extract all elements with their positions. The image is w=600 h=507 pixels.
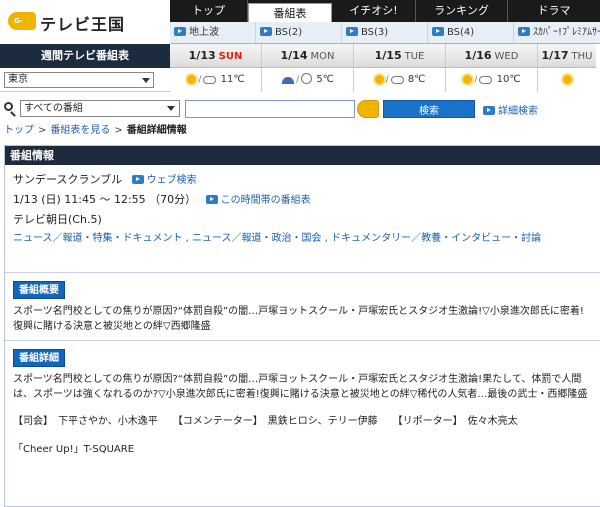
day-tabs: 1/13 SUN / 11℃ 1/14 MON / 5℃ 1/15 TUE / 8℃ … — [170, 44, 600, 92]
weather: / 5℃ — [262, 68, 353, 92]
sunny-icon — [374, 75, 384, 84]
subnav-terrestrial[interactable]: 地上波 — [170, 22, 256, 43]
day-tab-sun[interactable]: 1/13 SUN / 11℃ — [170, 44, 262, 92]
day-tab-mon[interactable]: 1/14 MON / 5℃ — [262, 44, 354, 92]
breadcrumb-top[interactable]: トップ — [4, 125, 34, 136]
chevron-down-icon — [167, 106, 175, 111]
main-nav: トップ 番組表 イチオシ! ランキング ドラマ — [170, 0, 600, 22]
sunny-icon — [562, 75, 572, 84]
search-row: すべての番組 検索 詳細検索 — [0, 98, 600, 120]
music-text: 「Cheer Up!」T-SQUARE — [13, 444, 135, 455]
breadcrumb: トップ > 番組表を見る > 番組詳細情報 — [4, 125, 187, 136]
web-search-link[interactable]: ウェブ検索 — [131, 175, 197, 186]
breadcrumb-current: 番組詳細情報 — [126, 125, 187, 136]
weather: / 8℃ — [354, 68, 445, 92]
arrow-right-icon — [205, 195, 218, 204]
day-date: 1/14 — [280, 49, 308, 62]
chevron-down-icon — [142, 78, 150, 83]
detail-box: 番組詳細 スポーツ名門校としての焦りが原因?“体罰自殺”の闇…戸塚ヨットスクール… — [5, 341, 600, 463]
day-date: 1/15 — [374, 49, 402, 62]
sub-nav: 地上波 BS(2) BS(3) BS(4) ｽｶﾊﾟｰ!ﾌﾟﾚﾐｱﾑｻｰ — [170, 22, 600, 44]
rain-icon — [282, 77, 295, 84]
header: G-GUIDE テレビ王国 トップ 番組表 イチオシ! ランキング ドラマ 地上… — [0, 0, 600, 44]
nav-tab-drama[interactable]: ドラマ — [508, 0, 600, 22]
program-panel: 番組情報 サンデースクランブル ウェブ検索 1/13 (日) 11:45 ～ 1… — [4, 145, 600, 507]
program-title: サンデースクランブル — [13, 173, 123, 186]
summary-box: 番組概要 スポーツ名門校としての焦りが原因?“体罰自殺”の闇…戸塚ヨットスクール… — [5, 273, 600, 341]
temperature: 5℃ — [316, 74, 334, 85]
nav-tab-top[interactable]: トップ — [170, 0, 248, 22]
arrow-right-icon — [174, 27, 186, 36]
weather — [538, 68, 596, 92]
temperature: 11℃ — [220, 74, 245, 85]
ggude-logo-icon — [357, 100, 379, 118]
site-name: テレビ王国 — [40, 15, 126, 34]
sunny-icon — [187, 75, 197, 84]
credits-text: 【司会】 下平さやか、小木逸平 【コメンテーター】 黒鉄ヒロシ、テリー伊藤 【リ… — [13, 416, 518, 427]
temperature: 10℃ — [496, 74, 521, 85]
subnav-bs4[interactable]: BS(4) — [428, 22, 514, 43]
day-tab-wed[interactable]: 1/16 WED / 10℃ — [446, 44, 538, 92]
weather: / 10℃ — [446, 68, 537, 92]
temperature: 8℃ — [407, 74, 426, 85]
summary-label: 番組概要 — [13, 281, 65, 299]
arrow-right-icon — [131, 175, 144, 184]
detail-label: 番組詳細 — [13, 349, 65, 367]
arrow-right-icon — [483, 106, 495, 115]
site-logo[interactable]: G-GUIDE テレビ王国 — [0, 0, 170, 44]
detail-text: スポーツ名門校としての焦りが原因?“体罰自殺”の闇…戸塚ヨットスクール・戸塚宏氏… — [13, 374, 588, 400]
cloudy-icon — [203, 76, 217, 84]
search-input[interactable] — [185, 100, 355, 118]
arrow-right-icon — [260, 27, 272, 36]
program-datetime: 1/13 (日) 11:45 ～ 12:55 （70分） — [13, 193, 197, 206]
day-date: 1/13 — [188, 49, 216, 62]
summary-text: スポーツ名門校としての焦りが原因?“体罰自殺”の闇…戸塚ヨットスクール・戸塚宏氏… — [13, 306, 584, 332]
sunny-icon — [463, 75, 473, 84]
subnav-skyperfect[interactable]: ｽｶﾊﾟｰ!ﾌﾟﾚﾐｱﾑｻｰ — [514, 22, 600, 43]
day-of-week: TUE — [404, 51, 425, 62]
genre-links[interactable]: ニュース／報道・特集・ドキュメント , ニュース／報道・政治・国会 , ドキュメ… — [13, 231, 592, 247]
search-scope-select[interactable]: すべての番組 — [20, 100, 180, 117]
nav-tab-guide[interactable]: 番組表 — [248, 3, 332, 22]
program-info: サンデースクランブル ウェブ検索 1/13 (日) 11:45 ～ 12:55 … — [5, 165, 600, 273]
weekly-bar: 週間テレビ番組表 東京 1/13 SUN / 11℃ 1/14 MON / 5℃ 1… — [0, 44, 600, 92]
subnav-bs2[interactable]: BS(2) — [256, 22, 342, 43]
weather: / 11℃ — [170, 68, 261, 92]
snow-icon — [301, 73, 313, 84]
day-of-week: MON — [310, 51, 335, 62]
cloudy-icon — [390, 76, 404, 84]
day-date: 1/17 — [541, 49, 569, 62]
cloudy-icon — [479, 76, 493, 84]
nav-tab-ranking[interactable]: ランキング — [416, 0, 508, 22]
subnav-bs3[interactable]: BS(3) — [342, 22, 428, 43]
region-select[interactable]: 東京 — [4, 72, 154, 88]
advanced-search-link[interactable]: 詳細検索 — [483, 102, 538, 117]
day-tab-thu[interactable]: 1/17 THU — [538, 44, 596, 92]
arrow-right-icon — [432, 27, 444, 36]
arrow-right-icon — [346, 27, 358, 36]
day-of-week: THU — [571, 51, 593, 62]
timeslot-guide-link[interactable]: この時間帯の番組表 — [205, 195, 311, 206]
program-channel: テレビ朝日(Ch.5) — [13, 213, 102, 226]
search-button[interactable]: 検索 — [383, 100, 475, 118]
breadcrumb-guide[interactable]: 番組表を見る — [50, 125, 110, 136]
nav-tab-pickup[interactable]: イチオシ! — [332, 0, 416, 22]
arrow-right-icon — [518, 27, 530, 36]
weekly-title[interactable]: 週間テレビ番組表 — [0, 44, 170, 68]
day-date: 1/16 — [464, 49, 492, 62]
day-of-week: SUN — [218, 51, 243, 62]
search-icon — [4, 102, 13, 111]
section-title: 番組情報 — [5, 146, 600, 165]
ggude-logo-icon: G-GUIDE — [8, 12, 39, 43]
day-tab-tue[interactable]: 1/15 TUE / 8℃ — [354, 44, 446, 92]
day-of-week: WED — [494, 51, 519, 62]
region-area: 東京 — [0, 68, 170, 92]
